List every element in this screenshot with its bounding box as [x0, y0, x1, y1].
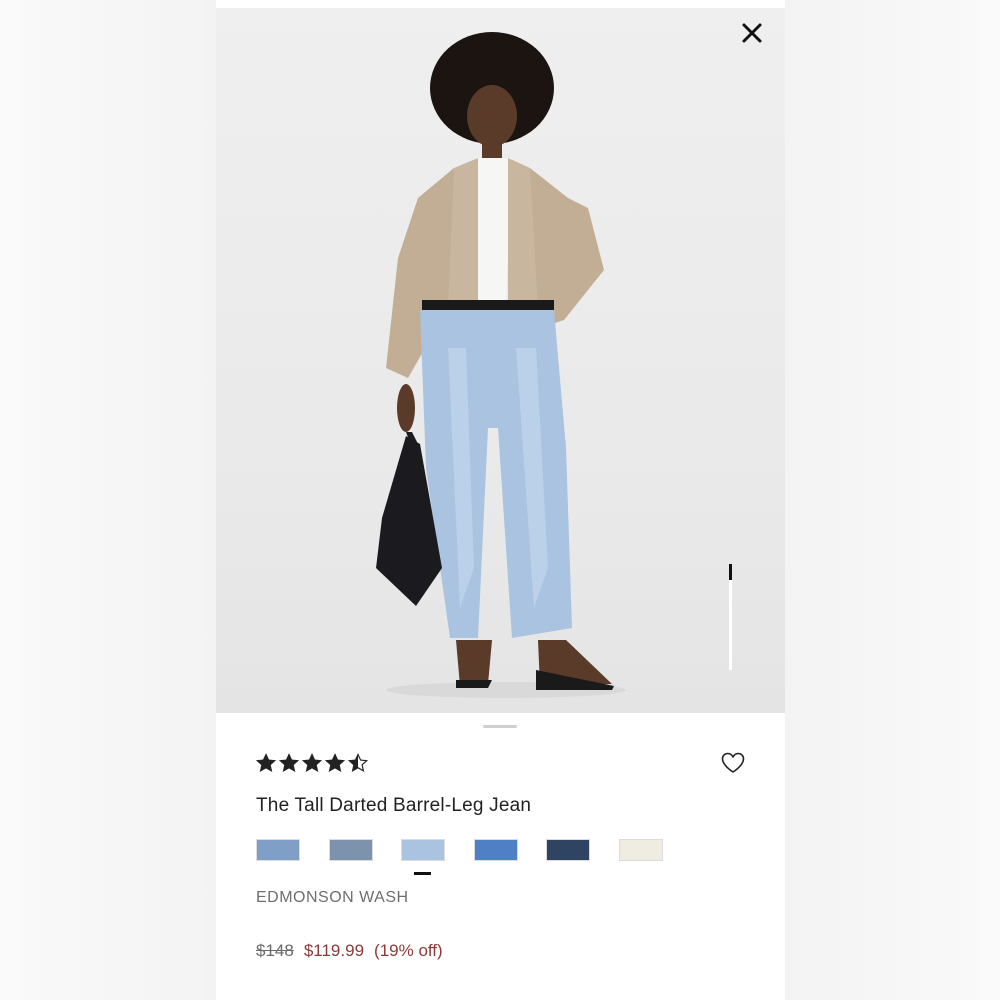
color-swatch[interactable] [473, 839, 518, 861]
product-quickview: The Tall Darted Barrel-Leg Jean EDMONSON… [216, 8, 785, 1000]
image-scroll-thumb[interactable] [729, 564, 732, 580]
discount-label: (19% off) [374, 941, 443, 960]
close-button[interactable] [739, 20, 765, 46]
price-block: $148 $119.99 (19% off) [256, 941, 443, 961]
star-icon [302, 753, 322, 772]
close-icon [742, 23, 762, 43]
star-icon [256, 753, 276, 772]
left-backdrop [0, 0, 216, 1000]
sheet-drag-handle[interactable] [483, 725, 517, 728]
rating-stars[interactable] [256, 753, 368, 773]
color-swatch[interactable] [546, 839, 591, 861]
color-swatch[interactable] [401, 839, 446, 861]
product-title: The Tall Darted Barrel-Leg Jean [256, 795, 532, 816]
color-swatch[interactable] [619, 839, 663, 861]
star-icon [325, 753, 345, 772]
favorite-button[interactable] [720, 751, 746, 775]
right-backdrop [785, 0, 1000, 1000]
product-image[interactable] [216, 8, 785, 713]
product-details-sheet: The Tall Darted Barrel-Leg Jean EDMONSON… [216, 713, 785, 1000]
model-photo-illustration [376, 32, 626, 698]
selected-wash-name: EDMONSON WASH [256, 889, 409, 906]
selected-swatch-indicator [414, 872, 432, 875]
star-icon [279, 753, 299, 772]
color-swatch[interactable] [256, 839, 300, 861]
color-swatch[interactable] [328, 839, 373, 861]
heart-icon [721, 752, 745, 773]
sale-price: $119.99 [303, 941, 365, 960]
star-icon [348, 753, 368, 772]
original-price: $148 [256, 941, 294, 960]
